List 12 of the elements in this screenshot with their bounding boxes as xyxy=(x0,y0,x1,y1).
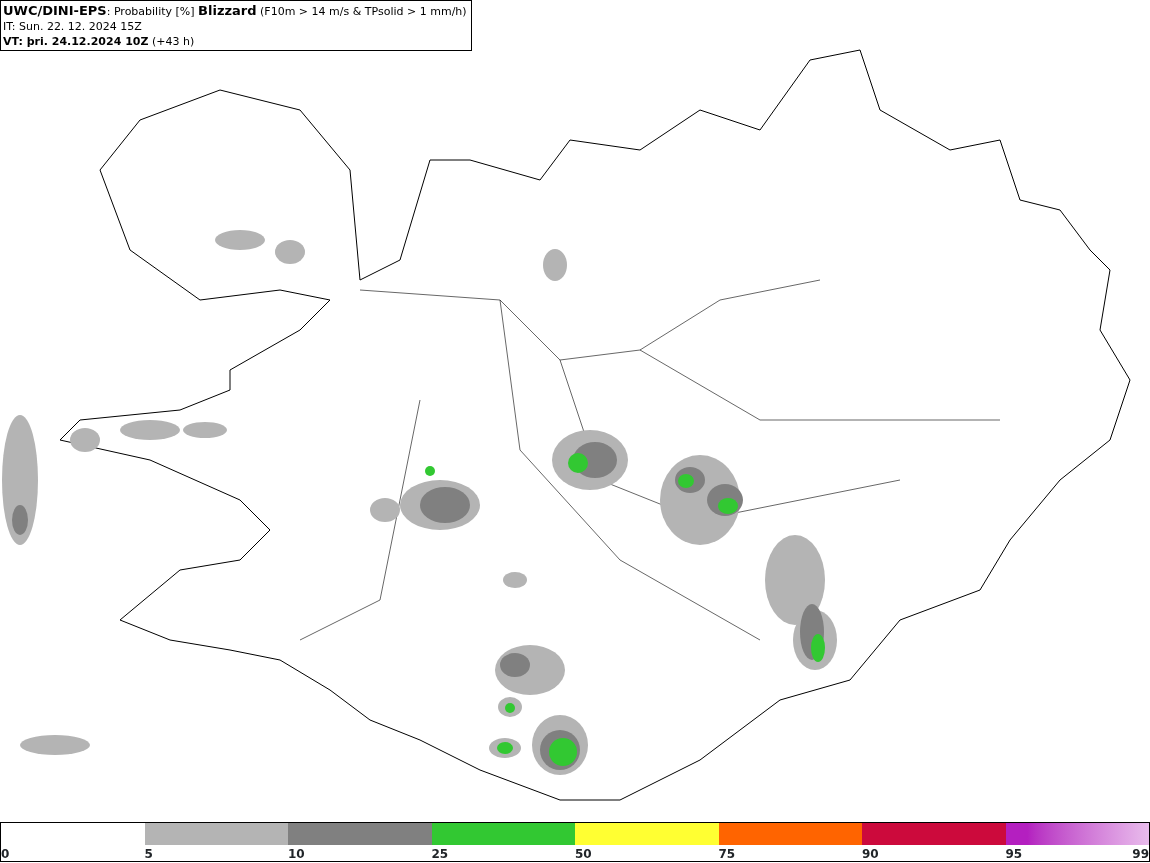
legend-label: 50 xyxy=(575,847,592,861)
legend-label: 95 xyxy=(1005,847,1023,861)
legend-label: 99 xyxy=(1132,847,1149,861)
issue-time: IT: Sun. 22. 12. 2024 15Z xyxy=(3,19,143,34)
legend-label: 5 xyxy=(144,847,153,861)
map-title: UWC/DINI-EPS: Probability [%] Blizzard (F10m > 14 m/s & TPsolid > 1 mm/h) xyxy=(3,3,467,19)
legend-label: 25 xyxy=(431,847,449,861)
valid-time: VT: þri. 24.12.2024 10Z (+43 h) xyxy=(3,34,196,49)
legend-label: 0 xyxy=(1,847,10,861)
legend-label: 10 xyxy=(288,847,305,861)
legend-label: 75 xyxy=(718,847,736,861)
legend-label: 90 xyxy=(862,847,879,861)
